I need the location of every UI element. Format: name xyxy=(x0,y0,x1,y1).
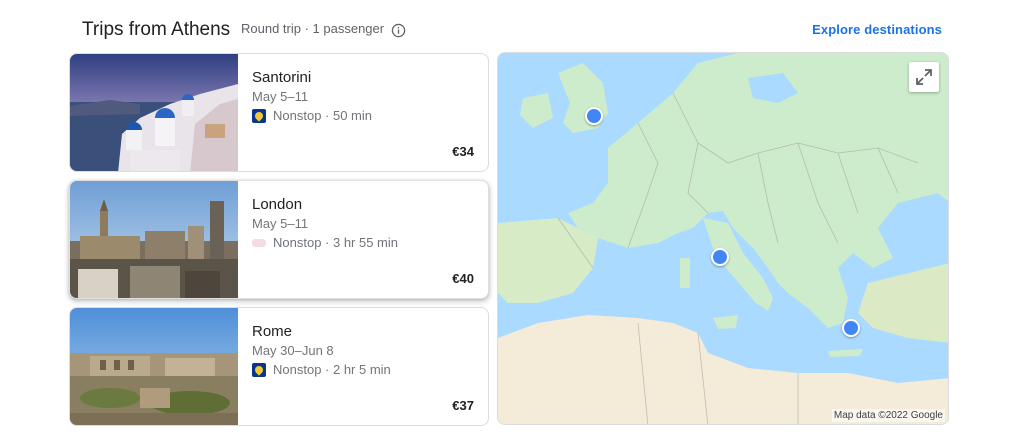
map-attribution: Map data ©2022 Google xyxy=(831,409,945,422)
expand-map-button[interactable] xyxy=(909,62,939,92)
trip-price: €40 xyxy=(452,271,474,286)
trip-dates: May 30–Jun 8 xyxy=(252,343,334,358)
trip-card-body: London May 5–11 Nonstop · 3 hr 55 min €4… xyxy=(238,181,488,298)
london-photo xyxy=(70,181,238,298)
trip-card-santorini[interactable]: Santorini May 5–11 Nonstop · 50 min €34 xyxy=(69,53,489,172)
trip-card-body: Rome May 30–Jun 8 Nonstop · 2 hr 5 min €… xyxy=(238,308,488,425)
flight-info: Nonstop · 50 min xyxy=(252,107,474,125)
trip-price: €34 xyxy=(452,144,474,159)
trips-widget: Trips from Athens Round trip · 1 passeng… xyxy=(0,0,1024,441)
expand-icon xyxy=(916,69,932,85)
info-icon[interactable] xyxy=(391,23,406,38)
map-pin-rome[interactable] xyxy=(711,248,729,266)
ryanair-logo-icon xyxy=(252,363,266,377)
trip-card-body: Santorini May 5–11 Nonstop · 50 min €34 xyxy=(238,54,488,171)
airline-logo-icon xyxy=(252,239,266,247)
trip-dates: May 5–11 xyxy=(252,216,309,231)
destinations-map[interactable]: Map data ©2022 Google xyxy=(497,52,949,425)
map-canvas[interactable] xyxy=(498,53,949,425)
flight-info: Nonstop · 3 hr 55 min xyxy=(252,234,474,252)
map-pin-santorini[interactable] xyxy=(842,319,860,337)
map-pin-london[interactable] xyxy=(585,107,603,125)
flight-details: Nonstop · 50 min xyxy=(273,108,372,123)
destination-name: Rome xyxy=(252,323,293,340)
trip-options-label: Round trip · 1 passenger xyxy=(241,21,385,36)
explore-destinations-link[interactable]: Explore destinations xyxy=(812,21,942,39)
flight-details: Nonstop · 2 hr 5 min xyxy=(273,362,391,377)
section-title: Trips from Athens xyxy=(82,19,231,40)
trip-dates: May 5–11 xyxy=(252,89,309,104)
trip-options-text: Round trip · 1 passenger xyxy=(241,20,406,38)
trip-card-rome[interactable]: Rome May 30–Jun 8 Nonstop · 2 hr 5 min €… xyxy=(69,307,489,426)
destination-name: London xyxy=(252,196,303,213)
trip-price: €37 xyxy=(452,398,474,413)
destination-name: Santorini xyxy=(252,69,312,86)
trip-card-london[interactable]: London May 5–11 Nonstop · 3 hr 55 min €4… xyxy=(69,180,489,299)
rome-photo xyxy=(70,308,238,425)
santorini-photo xyxy=(70,54,238,171)
flight-info: Nonstop · 2 hr 5 min xyxy=(252,361,474,379)
flight-details: Nonstop · 3 hr 55 min xyxy=(273,235,399,250)
ryanair-logo-icon xyxy=(252,109,266,123)
